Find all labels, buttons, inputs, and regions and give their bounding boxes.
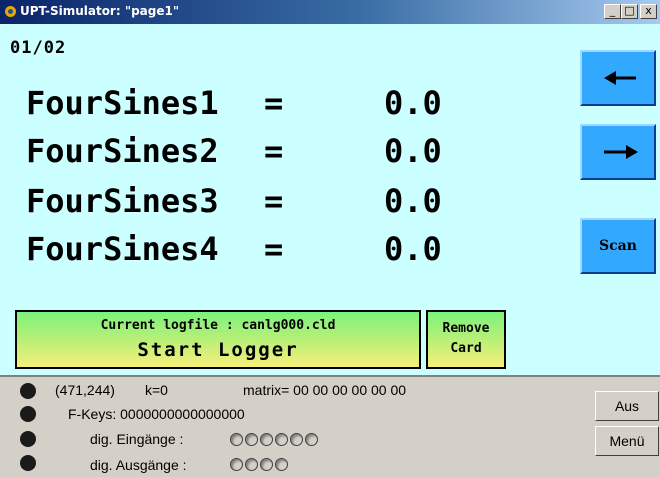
maximize-button[interactable]: □ [621,4,638,19]
digital-input-indicator [275,433,288,446]
digital-outputs-indicators [230,458,288,471]
digital-input-indicator [245,433,258,446]
fkeys-readout: F-Keys: 0000000000000000 [68,406,245,422]
arrow-left-icon [604,71,636,85]
remove-card-button[interactable]: Remove Card [426,310,506,369]
window-title: UPT-Simulator: "page1" [20,4,180,18]
variable-label: FourSines3 [26,182,219,220]
variable-label: FourSines2 [26,132,219,170]
current-logfile-text: Current logfile : canlg000.cld [100,318,336,333]
app-icon [5,6,16,17]
status-led [20,431,36,447]
variable-label: FourSines4 [26,230,219,268]
minimize-button[interactable]: _ [604,4,621,19]
equals-sign: = [264,182,284,220]
close-button[interactable]: x [640,4,657,19]
status-panel: (471,244) k=0 matrix= 00 00 00 00 00 00 … [0,375,660,477]
matrix-readout: matrix= 00 00 00 00 00 00 [243,382,407,398]
status-led [20,455,36,471]
remove-card-label-line1: Remove [442,321,490,336]
digital-output-indicator [230,458,243,471]
next-page-button[interactable] [580,124,656,180]
remove-card-label-line2: Card [450,341,482,356]
variable-label: FourSines1 [26,84,219,122]
digital-outputs-label: dig. Ausgänge : [90,457,187,473]
digital-input-indicator [260,433,273,446]
k-value: k=0 [145,382,168,398]
equals-sign: = [264,84,284,122]
digital-inputs-indicators [230,433,318,446]
cursor-coordinates: (471,244) [55,382,115,398]
equals-sign: = [264,132,284,170]
digital-output-indicator [245,458,258,471]
scan-button[interactable]: Scan [580,218,656,274]
variable-value: 0.0 [384,132,442,170]
status-led [20,406,36,422]
menu-button[interactable]: Menü [595,426,659,456]
digital-input-indicator [305,433,318,446]
digital-output-indicator [260,458,273,471]
variable-value: 0.0 [384,84,442,122]
start-logger-label: Start Logger [137,339,299,361]
digital-input-indicator [230,433,243,446]
aus-button[interactable]: Aus [595,391,659,421]
main-display: 01/02 FourSines1 = 0.0 FourSines2 = 0.0 … [0,24,660,375]
title-bar: UPT-Simulator: "page1" _ □ x [0,0,660,24]
digital-output-indicator [275,458,288,471]
previous-page-button[interactable] [580,50,656,106]
arrow-right-icon [604,145,638,159]
digital-input-indicator [290,433,303,446]
variable-value: 0.0 [384,230,442,268]
variable-value: 0.0 [384,182,442,220]
page-number: 01/02 [10,38,67,58]
digital-inputs-label: dig. Eingänge : [90,431,184,447]
start-logger-button[interactable]: Current logfile : canlg000.cld Start Log… [15,310,421,369]
scan-button-label: Scan [599,238,637,254]
equals-sign: = [264,230,284,268]
status-led [20,383,36,399]
